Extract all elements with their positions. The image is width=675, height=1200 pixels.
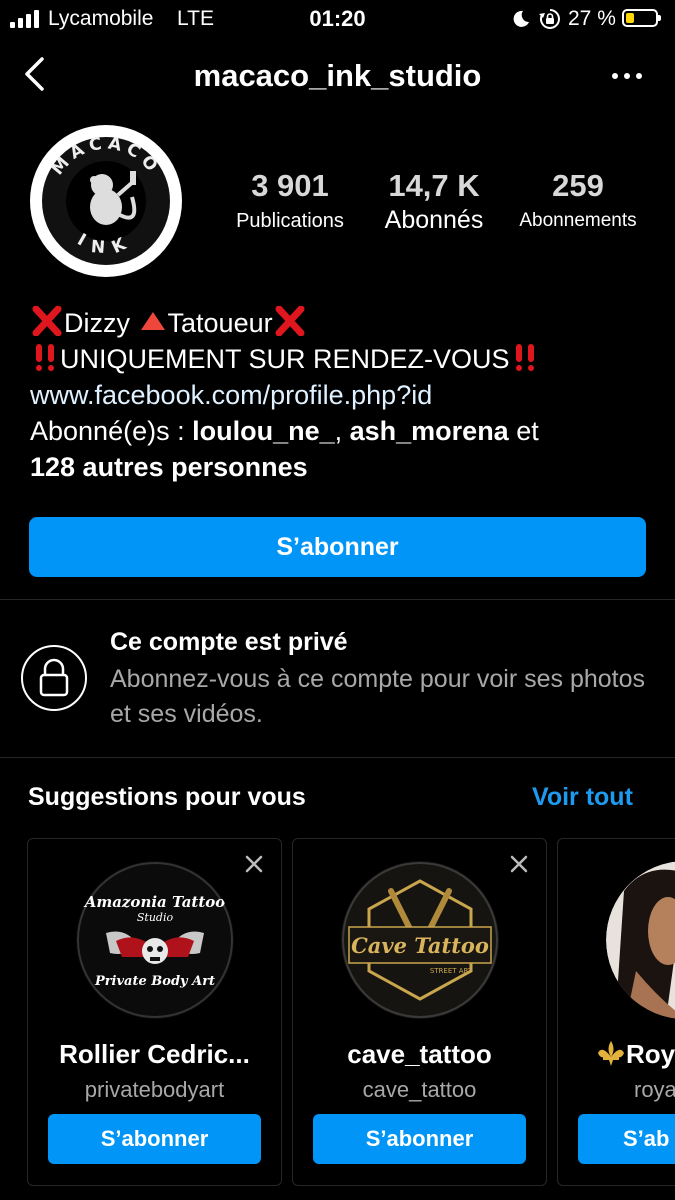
bio-appointment: UNIQUEMENT SUR RENDEZ-VOUS — [60, 344, 510, 374]
suggestion-name[interactable]: Roy — [596, 1039, 675, 1070]
suggestion-card: Roy roya S’ab — [557, 838, 675, 1186]
suggestion-username: roya — [634, 1077, 675, 1102]
bio-name: Dizzy — [64, 308, 130, 338]
suggestion-card: Cave Tattoo STREET ART cave_tattoo cave_… — [292, 838, 547, 1186]
stat-followers[interactable]: 14,7 K Abonnés — [372, 168, 496, 235]
divider — [0, 757, 675, 758]
suggestion-name-text: Roy — [626, 1039, 675, 1069]
battery-level — [626, 13, 634, 23]
logo-text-bottom: Private Body Art — [94, 974, 215, 989]
suggestion-follow-button[interactable]: S’abonner — [313, 1114, 526, 1164]
suggestion-name[interactable]: cave_tattoo — [293, 1039, 546, 1070]
dismiss-close-icon[interactable] — [245, 855, 263, 873]
followed-user-2[interactable]: ash_morena — [350, 416, 509, 446]
logo-text-mid: Studio — [137, 911, 174, 924]
battery-icon — [622, 9, 661, 27]
cross-mark-icon — [275, 305, 305, 337]
double-exclamation-icon — [36, 344, 54, 371]
logo-text-sub: STREET ART — [430, 967, 473, 975]
followers-count: 14,7 K — [388, 168, 480, 203]
fleur-de-lis-icon — [598, 1041, 624, 1066]
logo-text-top: Amazonia Tattoo — [83, 893, 226, 911]
profile-avatar[interactable]: MACACO INK — [30, 125, 182, 277]
followed-by[interactable]: Abonné(e)s : loulou_ne_, ash_morena et — [30, 413, 650, 449]
private-account-title: Ce compte est privé — [110, 628, 348, 656]
moon-icon — [513, 10, 529, 27]
followed-and: et — [508, 416, 539, 446]
rotation-lock-icon — [539, 9, 560, 29]
suggestion-card: Amazonia Tattoo Studio Private Body Art … — [27, 838, 282, 1186]
suggestions-title: Suggestions pour vous — [28, 783, 306, 811]
logo-text-main: Cave Tattoo — [351, 933, 489, 958]
suggestion-avatar-cave-tattoo[interactable]: Cave Tattoo STREET ART — [341, 861, 499, 1019]
divider — [0, 599, 675, 600]
suggestion-name[interactable]: Rollier Cedric... — [28, 1039, 281, 1070]
following-label: Abonnements — [519, 210, 637, 231]
following-count: 259 — [552, 168, 604, 203]
stat-publications: 3 901 Publications — [224, 168, 356, 233]
cross-mark-icon — [32, 305, 62, 337]
followed-user-1[interactable]: loulou_ne_ — [192, 416, 335, 446]
status-bar: Lycamobile LTE 01:20 27 % — [0, 0, 675, 38]
dismiss-close-icon[interactable] — [510, 855, 528, 873]
suggestion-username: privatebodyart — [84, 1077, 225, 1102]
suggestion-avatar-amazonia[interactable]: Amazonia Tattoo Studio Private Body Art — [76, 861, 234, 1019]
bio-link[interactable]: www.facebook.com/profile.php?id — [30, 377, 650, 413]
followers-label: Abonnés — [384, 206, 484, 234]
follow-button[interactable]: S’abonner — [29, 517, 646, 577]
suggestion-avatar-photo[interactable] — [606, 861, 675, 1019]
macaco-ink-logo: MACACO INK — [32, 127, 180, 275]
publications-label: Publications — [236, 210, 344, 232]
lock-icon — [21, 645, 87, 711]
suggestion-follow-button[interactable]: S’ab — [578, 1114, 675, 1164]
more-options-icon[interactable] — [610, 62, 644, 90]
see-all-link[interactable]: Voir tout — [532, 783, 633, 812]
publications-count: 3 901 — [251, 168, 329, 203]
profile-username: macaco_ink_studio — [193, 58, 482, 93]
double-exclamation-icon — [515, 344, 534, 371]
followed-by-prefix: Abonné(e)s : — [30, 416, 193, 446]
followed-others[interactable]: 128 autres personnes — [30, 452, 308, 482]
private-account-subtitle: Abonnez-vous à ce compte pour voir ses p… — [110, 665, 646, 728]
followed-sep: , — [334, 416, 350, 446]
stat-following[interactable]: 259 Abonnements — [508, 168, 648, 232]
suggestion-username: cave_tattoo — [362, 1077, 477, 1102]
bio-role: Tatoueur — [167, 308, 273, 338]
suggestion-follow-button[interactable]: S’abonner — [48, 1114, 261, 1164]
profile-bio: Dizzy Tatoueur UNIQUEMENT SUR RENDEZ-VOU… — [30, 305, 650, 485]
battery-percent: 27 % — [568, 7, 616, 30]
red-triangle-icon — [140, 312, 165, 330]
